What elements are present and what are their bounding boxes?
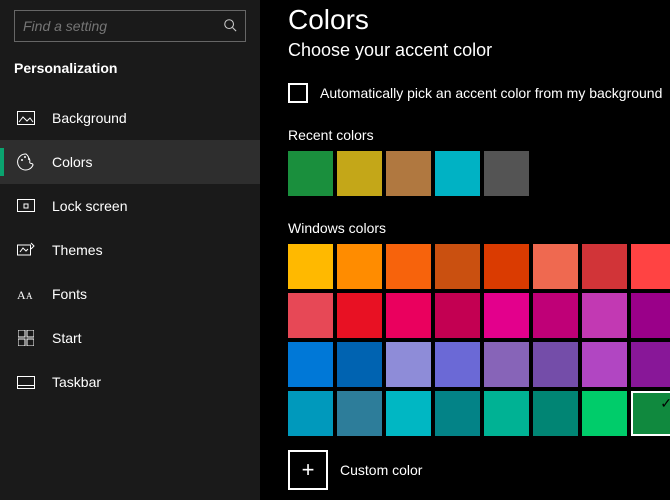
windows-color-swatch[interactable] [533, 342, 578, 387]
windows-color-swatch[interactable] [533, 391, 578, 436]
windows-color-swatch[interactable] [386, 293, 431, 338]
page-subtitle: Choose your accent color [288, 40, 670, 61]
recent-color-swatch[interactable] [435, 151, 480, 196]
sidebar-item-label: Themes [52, 242, 103, 258]
custom-color-row[interactable]: + Custom color [288, 450, 670, 490]
page-title: Colors [288, 4, 670, 36]
auto-accent-row[interactable]: Automatically pick an accent color from … [288, 83, 670, 103]
sidebar-item-label: Taskbar [52, 374, 101, 390]
sidebar: Personalization Background Colors Lock s… [0, 0, 260, 500]
svg-text:A: A [26, 291, 33, 301]
windows-colors-label: Windows colors [288, 220, 670, 236]
search-icon [223, 18, 237, 35]
sidebar-item-label: Start [52, 330, 82, 346]
windows-color-swatch[interactable] [337, 391, 382, 436]
windows-color-swatch[interactable] [435, 391, 480, 436]
windows-color-swatch[interactable] [484, 391, 529, 436]
windows-color-swatch[interactable] [631, 244, 670, 289]
recent-color-swatch[interactable] [288, 151, 333, 196]
svg-text:A: A [17, 288, 26, 301]
windows-color-swatch[interactable] [484, 293, 529, 338]
windows-color-swatch[interactable] [288, 342, 333, 387]
windows-color-swatch[interactable] [582, 391, 627, 436]
windows-color-swatch[interactable] [533, 244, 578, 289]
search-box[interactable] [14, 10, 246, 42]
custom-color-label: Custom color [340, 462, 422, 478]
recent-color-swatch[interactable] [386, 151, 431, 196]
sidebar-item-label: Background [52, 110, 127, 126]
lock-screen-icon [16, 196, 36, 216]
search-input[interactable] [23, 18, 223, 34]
sidebar-item-lockscreen[interactable]: Lock screen [0, 184, 260, 228]
sidebar-item-label: Colors [52, 154, 92, 170]
sidebar-item-taskbar[interactable]: Taskbar [0, 360, 260, 404]
sidebar-item-start[interactable]: Start [0, 316, 260, 360]
windows-color-swatch[interactable] [288, 293, 333, 338]
picture-icon [16, 108, 36, 128]
sidebar-item-colors[interactable]: Colors [0, 140, 260, 184]
start-icon [16, 328, 36, 348]
auto-accent-checkbox[interactable] [288, 83, 308, 103]
themes-icon [16, 240, 36, 260]
windows-color-swatch[interactable] [288, 391, 333, 436]
recent-color-swatch[interactable] [337, 151, 382, 196]
sidebar-item-themes[interactable]: Themes [0, 228, 260, 272]
fonts-icon: AA [16, 284, 36, 304]
auto-accent-label: Automatically pick an accent color from … [320, 85, 662, 101]
windows-color-swatch[interactable] [337, 244, 382, 289]
windows-color-swatch[interactable] [337, 293, 382, 338]
taskbar-icon [16, 372, 36, 392]
recent-colors-label: Recent colors [288, 127, 670, 143]
windows-color-swatch[interactable] [582, 342, 627, 387]
windows-color-swatch[interactable] [484, 342, 529, 387]
main-content: Colors Choose your accent color Automati… [260, 0, 670, 500]
sidebar-item-fonts[interactable]: AA Fonts [0, 272, 260, 316]
windows-color-swatch[interactable] [533, 293, 578, 338]
sidebar-item-label: Fonts [52, 286, 87, 302]
plus-icon[interactable]: + [288, 450, 328, 490]
windows-color-swatch[interactable] [631, 342, 670, 387]
sidebar-category: Personalization [0, 60, 260, 96]
sidebar-item-background[interactable]: Background [0, 96, 260, 140]
windows-color-swatch[interactable] [386, 391, 431, 436]
windows-color-swatch[interactable] [386, 342, 431, 387]
palette-icon [16, 152, 36, 172]
windows-color-swatch[interactable] [435, 293, 480, 338]
check-icon: ✓ [660, 395, 670, 412]
windows-color-swatch[interactable]: ✓ [631, 391, 670, 436]
windows-color-swatch[interactable] [435, 342, 480, 387]
windows-colors-grid: ✓ [288, 244, 670, 436]
sidebar-item-label: Lock screen [52, 198, 127, 214]
windows-color-swatch[interactable] [582, 293, 627, 338]
windows-color-swatch[interactable] [386, 244, 431, 289]
windows-color-swatch[interactable] [631, 293, 670, 338]
windows-color-swatch[interactable] [582, 244, 627, 289]
recent-colors-row [288, 151, 670, 196]
windows-color-swatch[interactable] [484, 244, 529, 289]
recent-color-swatch[interactable] [484, 151, 529, 196]
windows-color-swatch[interactable] [337, 342, 382, 387]
windows-color-swatch[interactable] [435, 244, 480, 289]
windows-color-swatch[interactable] [288, 244, 333, 289]
